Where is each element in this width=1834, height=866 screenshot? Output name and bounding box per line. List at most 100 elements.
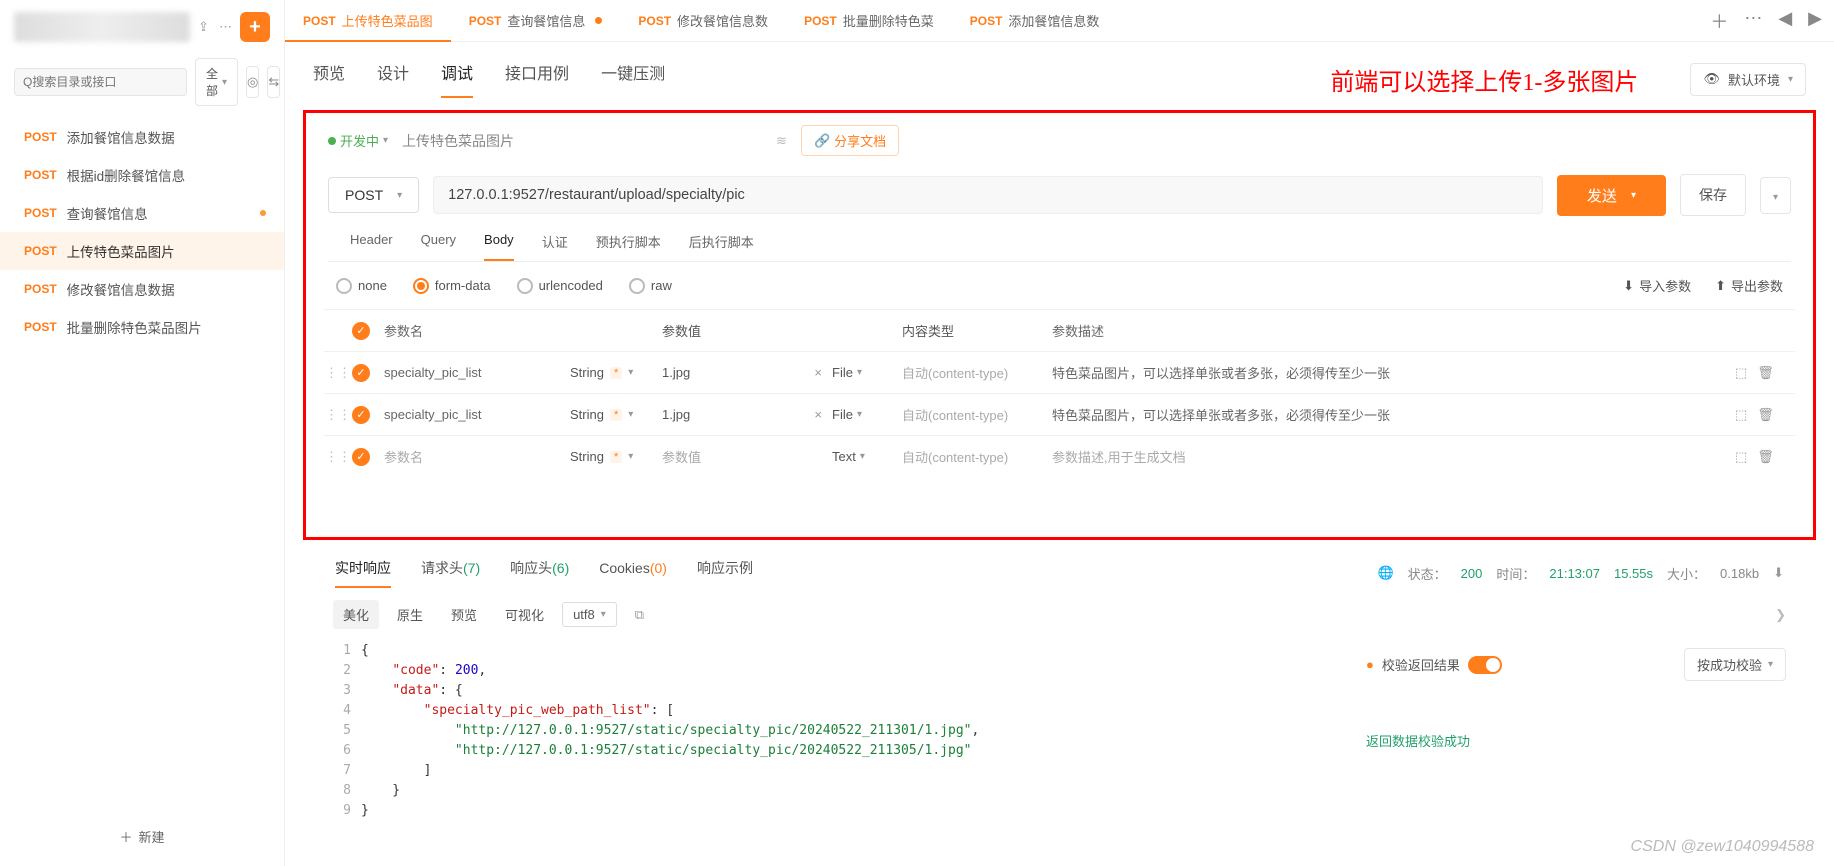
- next-tab-icon[interactable]: ▶: [1808, 8, 1822, 34]
- tab[interactable]: POST修改餐馆信息数: [620, 0, 786, 41]
- insert-icon[interactable]: ⬚: [1735, 365, 1747, 381]
- tab[interactable]: POST添加餐馆信息数: [952, 0, 1118, 41]
- share-icon[interactable]: ⇪: [198, 19, 209, 35]
- share-doc-button[interactable]: 🔗 分享文档: [801, 125, 899, 156]
- tab-more-icon[interactable]: ⋯: [1744, 8, 1762, 34]
- filter-select[interactable]: 全部▾: [195, 58, 238, 106]
- req-tab[interactable]: 认证: [542, 232, 568, 261]
- req-tab[interactable]: Query: [421, 232, 456, 261]
- resp-tab[interactable]: 响应头(6): [510, 558, 569, 588]
- add-button[interactable]: +: [240, 12, 270, 42]
- param-value-input[interactable]: 参数值: [662, 447, 832, 466]
- param-type-select[interactable]: String * ▾: [570, 449, 662, 464]
- url-input[interactable]: [433, 176, 1543, 214]
- annotation-text: 前端可以选择上传1-多张图片: [1330, 62, 1638, 97]
- tab[interactable]: POST上传特色菜品图: [285, 0, 451, 41]
- sidebar-item[interactable]: POST上传特色菜品图片: [0, 232, 284, 270]
- sidebar-item[interactable]: POST修改餐馆信息数据: [0, 270, 284, 308]
- param-ct-input[interactable]: 自动(content-type): [902, 363, 1052, 382]
- req-tab[interactable]: Body: [484, 232, 514, 261]
- param-ct-input[interactable]: 自动(content-type): [902, 405, 1052, 424]
- encoding-select[interactable]: utf8▾: [562, 602, 617, 627]
- new-tab-icon[interactable]: ＋: [1710, 8, 1728, 34]
- row-check[interactable]: ✓: [352, 448, 370, 466]
- drag-handle-icon[interactable]: ⋮⋮: [324, 449, 352, 465]
- validate-toggle[interactable]: [1468, 656, 1502, 674]
- delete-icon[interactable]: 🗑: [1757, 449, 1774, 465]
- drag-handle-icon[interactable]: ⋮⋮: [324, 407, 352, 423]
- sidebar-item[interactable]: POST批量删除特色菜品图片: [0, 308, 284, 346]
- delete-icon[interactable]: 🗑: [1757, 365, 1774, 381]
- param-value-input[interactable]: 1.jpg×: [662, 365, 832, 380]
- resp-tab[interactable]: 响应示例: [697, 558, 753, 588]
- sidebar-item[interactable]: POST根据id删除餐馆信息: [0, 156, 284, 194]
- sub-nav-item[interactable]: 预览: [313, 60, 345, 98]
- row-check[interactable]: ✓: [352, 406, 370, 424]
- api-title-input[interactable]: [402, 133, 762, 149]
- locate-icon[interactable]: ◎: [246, 66, 259, 98]
- sidebar-item[interactable]: POST查询餐馆信息: [0, 194, 284, 232]
- save-button[interactable]: 保存: [1680, 174, 1746, 216]
- export-params-button[interactable]: ⬆ 导出参数: [1715, 276, 1783, 295]
- pretty-button[interactable]: 美化: [333, 600, 379, 629]
- more-icon[interactable]: ⋯: [219, 19, 232, 35]
- req-tab[interactable]: 预执行脚本: [596, 232, 661, 261]
- resp-tab[interactable]: Cookies(0): [599, 560, 667, 586]
- param-desc-input[interactable]: 特色菜品图片，可以选择单张或者多张，必须得传至少一张: [1052, 363, 1735, 382]
- param-name-input[interactable]: 参数名: [380, 447, 570, 466]
- search-input[interactable]: [14, 68, 187, 96]
- method-select[interactable]: POST▾: [328, 177, 419, 213]
- env-select[interactable]: 👁 默认环境 ▾: [1690, 63, 1806, 96]
- param-desc-input[interactable]: 参数描述,用于生成文档: [1052, 447, 1735, 466]
- more-select[interactable]: ▾: [1760, 177, 1791, 214]
- collapse-icon[interactable]: ⇆: [267, 66, 280, 98]
- body-type-radio[interactable]: raw: [629, 278, 672, 294]
- preview-button[interactable]: 预览: [441, 600, 487, 629]
- body-type-radio[interactable]: form-data: [413, 278, 491, 294]
- raw-button[interactable]: 原生: [387, 600, 433, 629]
- param-cat-select[interactable]: Text ▾: [832, 449, 902, 464]
- sidebar-item[interactable]: POST添加餐馆信息数据: [0, 118, 284, 156]
- collapse-right-icon[interactable]: ❯: [1775, 607, 1786, 623]
- param-cat-select[interactable]: File ▾: [832, 365, 902, 380]
- insert-icon[interactable]: ⬚: [1735, 449, 1747, 465]
- sub-nav-item[interactable]: 调试: [441, 60, 473, 98]
- response-tabs: 实时响应请求头(7)响应头(6)Cookies(0)响应示例 🌐 状态： 200…: [285, 540, 1834, 588]
- dev-status[interactable]: 开发中▾: [328, 131, 388, 150]
- body-type-radio[interactable]: none: [336, 278, 387, 294]
- drag-handle-icon[interactable]: ⋮⋮: [324, 365, 352, 381]
- delete-icon[interactable]: 🗑: [1757, 407, 1774, 423]
- clear-icon[interactable]: ×: [814, 365, 822, 380]
- edit-icon[interactable]: ≋: [776, 133, 787, 149]
- sub-nav-item[interactable]: 接口用例: [505, 60, 569, 98]
- copy-icon[interactable]: ⧉: [635, 607, 644, 623]
- param-ct-input[interactable]: 自动(content-type): [902, 447, 1052, 466]
- param-value-input[interactable]: 1.jpg×: [662, 407, 832, 422]
- body-type-radio[interactable]: urlencoded: [517, 278, 603, 294]
- sub-nav-item[interactable]: 一键压测: [601, 60, 665, 98]
- send-button[interactable]: 发送▾: [1557, 175, 1666, 216]
- insert-icon[interactable]: ⬚: [1735, 407, 1747, 423]
- req-tab[interactable]: Header: [350, 232, 393, 261]
- param-name-input[interactable]: specialty_pic_list: [380, 365, 570, 380]
- req-tab[interactable]: 后执行脚本: [689, 232, 754, 261]
- import-params-button[interactable]: ⬇ 导入参数: [1623, 276, 1691, 295]
- download-icon[interactable]: ⬇: [1773, 565, 1784, 581]
- param-name-input[interactable]: specialty_pic_list: [380, 407, 570, 422]
- resp-tab[interactable]: 请求头(7): [421, 558, 480, 588]
- visual-button[interactable]: 可视化: [495, 600, 554, 629]
- clear-icon[interactable]: ×: [814, 407, 822, 422]
- row-check[interactable]: ✓: [352, 364, 370, 382]
- resp-tab[interactable]: 实时响应: [335, 558, 391, 588]
- tab[interactable]: POST批量删除特色菜: [786, 0, 952, 41]
- prev-tab-icon[interactable]: ◀: [1778, 8, 1792, 34]
- param-type-select[interactable]: String * ▾: [570, 365, 662, 380]
- check-all[interactable]: ✓: [352, 322, 370, 340]
- param-desc-input[interactable]: 特色菜品图片，可以选择单张或者多张，必须得传至少一张: [1052, 405, 1735, 424]
- sub-nav-item[interactable]: 设计: [377, 60, 409, 98]
- param-cat-select[interactable]: File ▾: [832, 407, 902, 422]
- tab[interactable]: POST查询餐馆信息: [451, 0, 621, 41]
- validate-mode-button[interactable]: 按成功校验▾: [1684, 648, 1786, 681]
- new-item-button[interactable]: ＋ 新建: [18, 817, 266, 856]
- param-type-select[interactable]: String * ▾: [570, 407, 662, 422]
